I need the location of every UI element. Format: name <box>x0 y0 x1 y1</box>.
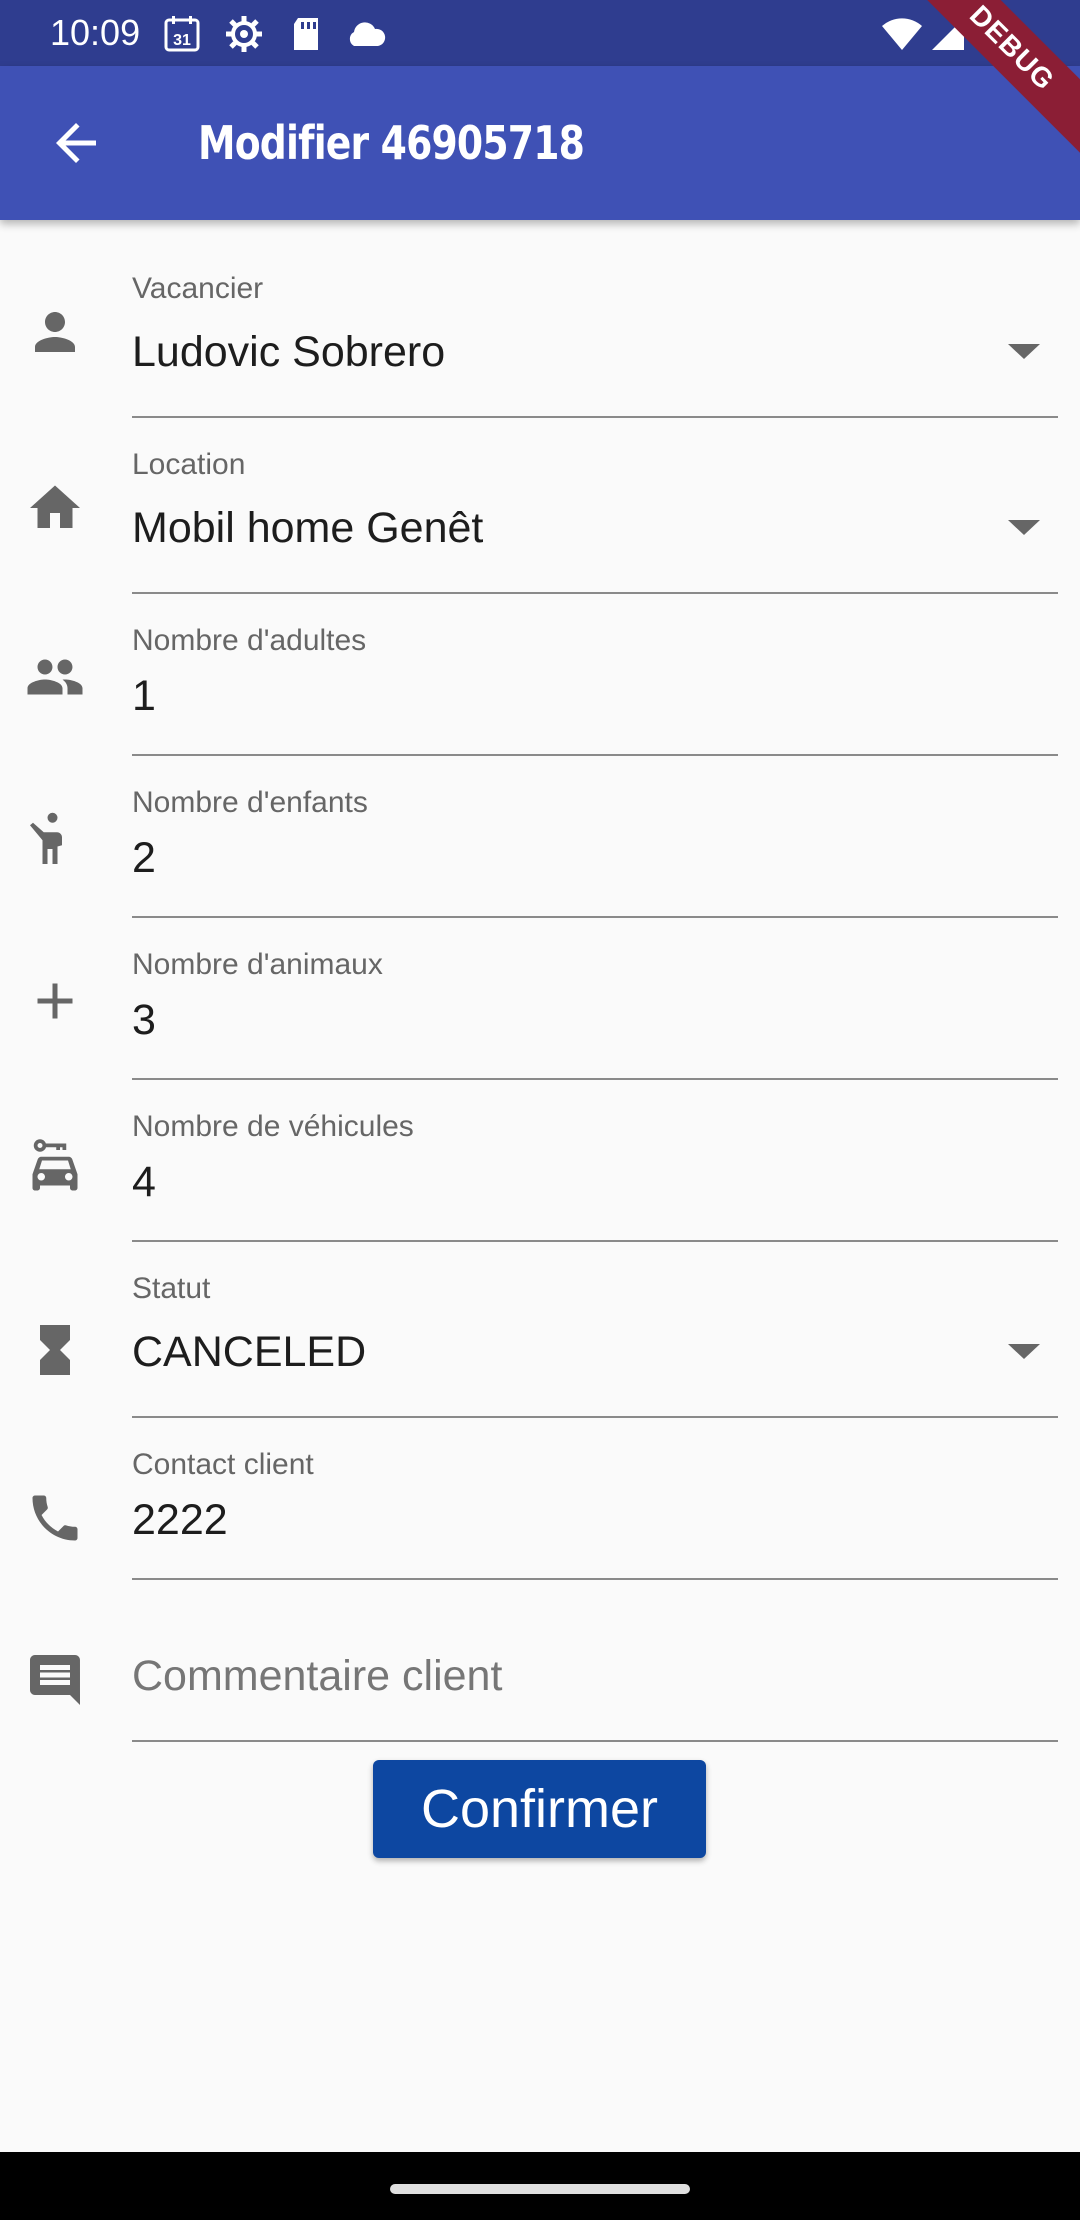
vacancier-label: Vacancier <box>132 272 264 305</box>
location-value: Mobil home Genêt <box>132 504 484 552</box>
status-time: 10:09 <box>50 12 141 53</box>
adultes-field[interactable]: Nombre d'adultes 1 <box>0 572 1080 756</box>
animaux-value: 3 <box>132 996 156 1044</box>
dropdown-arrow-icon <box>1008 520 1040 535</box>
statut-label: Statut <box>132 1272 211 1305</box>
location-label: Location <box>132 448 246 481</box>
location-dropdown[interactable]: Location Mobil home Genêt <box>0 396 1080 596</box>
dropdown-arrow-icon <box>1008 344 1040 359</box>
vehicules-value: 4 <box>132 1158 156 1206</box>
statut-value: CANCELED <box>132 1328 367 1376</box>
animaux-label: Nombre d'animaux <box>132 948 383 981</box>
comment-icon <box>30 1655 80 1705</box>
adultes-label: Nombre d'adultes <box>132 624 367 657</box>
calendar-icon: 31 <box>164 16 200 52</box>
adultes-value: 1 <box>132 672 156 720</box>
dropdown-arrow-icon <box>1008 1344 1040 1359</box>
system-nav-bar <box>0 2152 1080 2220</box>
enfants-field[interactable]: Nombre d'enfants 2 <box>0 734 1080 918</box>
plus-icon <box>37 983 73 1019</box>
statut-dropdown[interactable]: Statut CANCELED <box>0 1220 1080 1420</box>
vehicules-label: Nombre de véhicules <box>132 1110 414 1143</box>
enfants-label: Nombre d'enfants <box>132 786 368 819</box>
hourglass-icon <box>40 1325 70 1375</box>
child-icon <box>30 812 62 864</box>
sd-card-icon <box>294 18 318 50</box>
app-bar: Modifier 46905718 <box>0 66 1080 220</box>
home-gesture-handle[interactable] <box>390 2184 690 2194</box>
car-rental-icon <box>32 1139 78 1191</box>
wifi-icon <box>882 18 922 50</box>
field-underline <box>132 1740 1058 1742</box>
commentaire-field[interactable]: Commentaire client <box>0 1558 1080 1742</box>
debug-banner: DEBUG <box>920 0 1080 159</box>
settings-icon <box>226 16 262 52</box>
animaux-field[interactable]: Nombre d'animaux 3 <box>0 896 1080 1080</box>
confirm-button[interactable]: Confirmer <box>373 1760 706 1858</box>
calendar-day: 31 <box>173 32 191 49</box>
contact-label: Contact client <box>132 1448 314 1481</box>
home-icon <box>30 485 80 528</box>
commentaire-placeholder: Commentaire client <box>132 1652 503 1700</box>
phone-icon <box>32 1495 78 1541</box>
vacancier-dropdown[interactable]: Vacancier Ludovic Sobrero <box>0 220 1080 420</box>
contact-value: 2222 <box>132 1496 228 1544</box>
people-icon <box>27 659 83 695</box>
contact-field[interactable]: Contact client 2222 <box>0 1396 1080 1580</box>
status-bar: 10:09 31 <box>0 0 1080 66</box>
page-title: Modifier 46905718 <box>198 116 585 170</box>
back-arrow-icon[interactable] <box>46 113 106 173</box>
cloud-icon <box>349 22 386 46</box>
vehicules-field[interactable]: Nombre de véhicules 4 <box>0 1058 1080 1242</box>
person-icon <box>35 312 75 352</box>
debug-banner-container: DEBUG <box>920 0 1080 160</box>
enfants-value: 2 <box>132 834 156 882</box>
vacancier-value: Ludovic Sobrero <box>132 328 446 376</box>
